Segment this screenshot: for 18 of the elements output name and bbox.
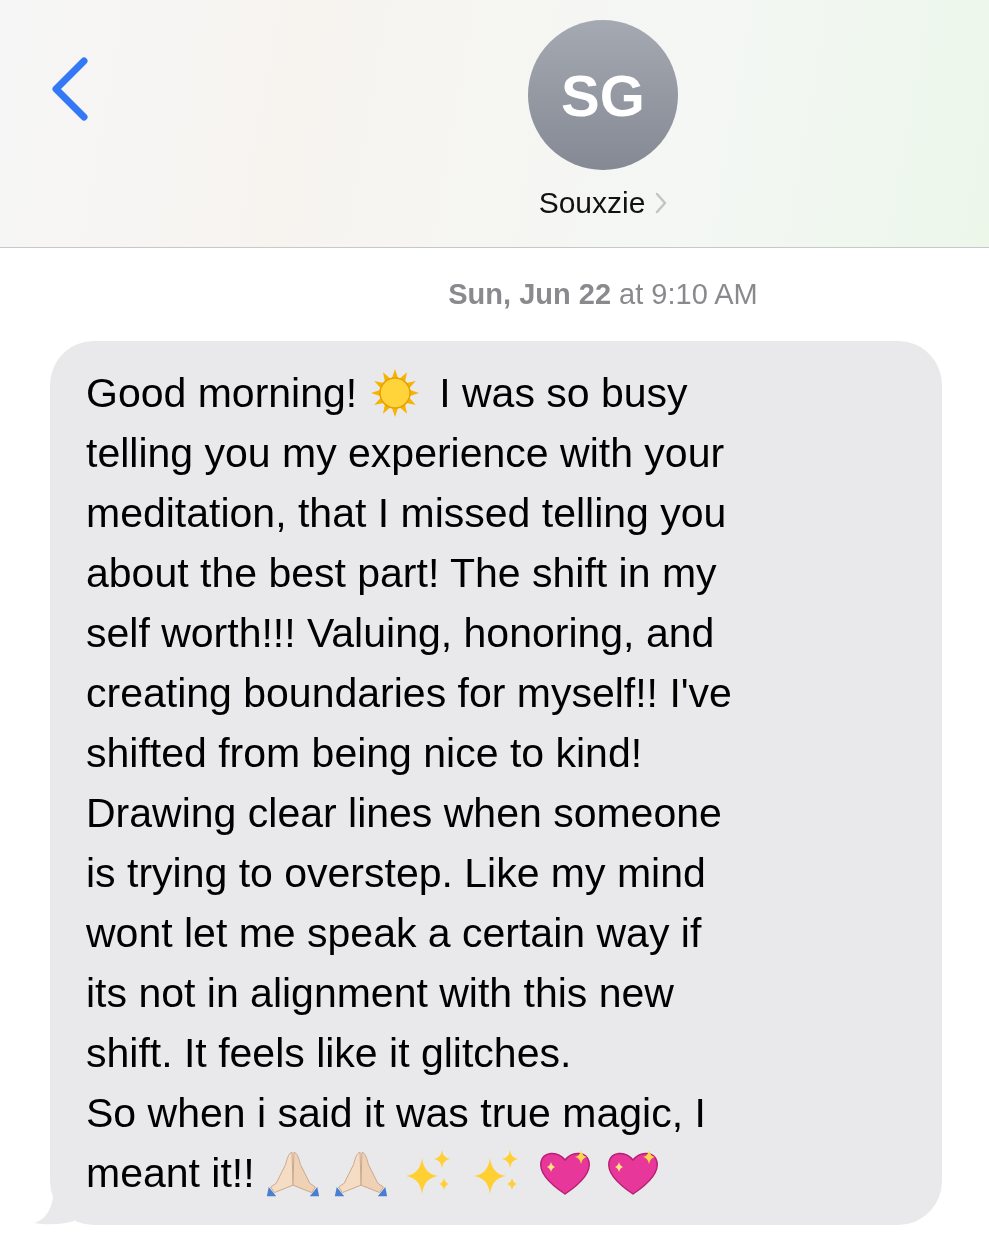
message-text: So when i said it was true magic, I xyxy=(86,1089,706,1138)
message-text: self worth!!! Valuing, honoring, and xyxy=(86,609,715,658)
message-text: Drawing clear lines when someone xyxy=(86,789,722,838)
contact-name[interactable]: Souxzie xyxy=(538,186,646,220)
timestamp: Sun, Jun 22 at 9:10 AM xyxy=(448,278,758,311)
message-text: is trying to overstep. Like my mind xyxy=(86,849,706,898)
message-text: shifted from being nice to kind! xyxy=(86,729,643,778)
message-text: telling you my experience with your xyxy=(86,429,725,478)
message-text: shift. It feels like it glitches. xyxy=(86,1029,572,1078)
message-text: I was so busy xyxy=(439,369,688,418)
message-text: meant it!! xyxy=(86,1149,255,1198)
message-text: meditation, that I missed telling you xyxy=(86,489,727,538)
message-text: wont let me speak a certain way if xyxy=(86,909,702,958)
back-icon[interactable] xyxy=(50,57,90,121)
message-text: about the best part! The shift in my xyxy=(86,549,717,598)
message-text: creating boundaries for myself!! I've xyxy=(86,669,732,718)
message-text: its not in alignment with this new xyxy=(86,969,674,1018)
message-text: Good morning! xyxy=(86,369,358,418)
